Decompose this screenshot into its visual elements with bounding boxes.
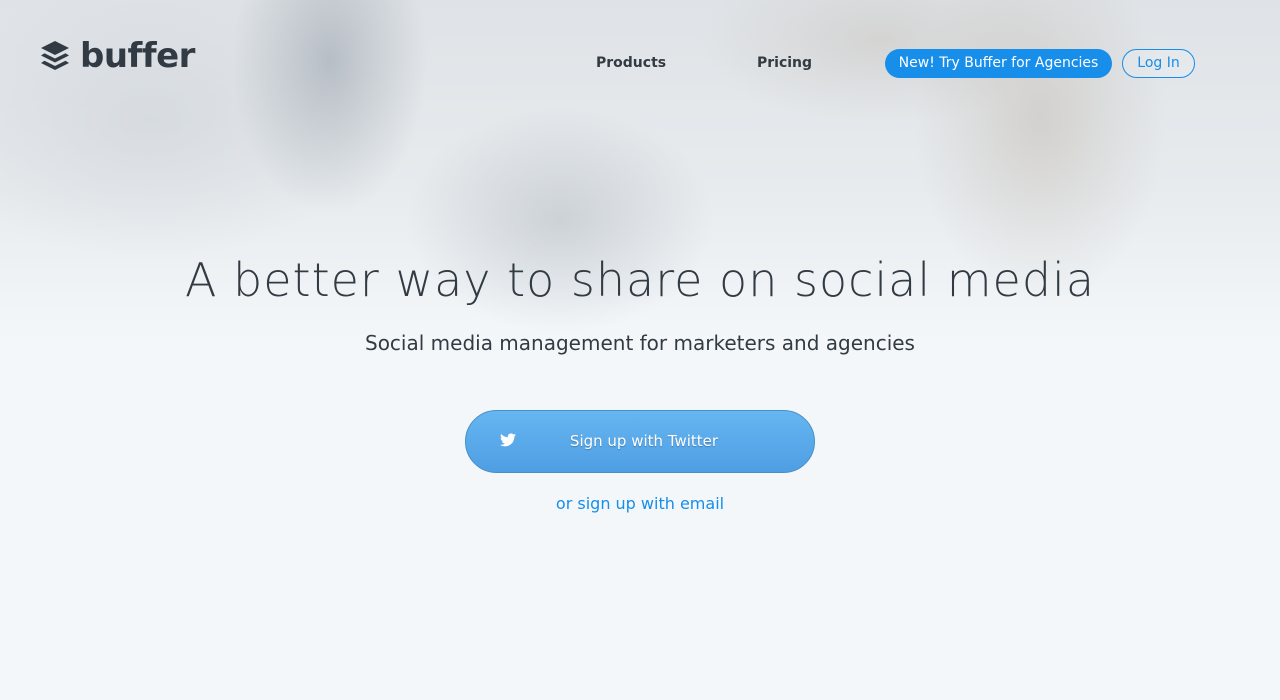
nav-products-link[interactable]: Products <box>596 54 666 72</box>
page-headline: A better way to share on social media <box>184 253 1096 307</box>
email-signup-link[interactable]: or sign up with email <box>0 494 1280 514</box>
login-button[interactable]: Log In <box>1122 49 1195 78</box>
top-nav: buffer Products Pricing New! Try Buffer … <box>0 0 1280 110</box>
logo-wordmark: buffer <box>80 36 195 76</box>
twitter-signup-button[interactable]: Sign up with Twitter <box>465 410 815 473</box>
try-agencies-button[interactable]: New! Try Buffer for Agencies <box>885 49 1112 78</box>
twitter-signup-label: Sign up with Twitter <box>569 432 719 450</box>
page-subheadline: Social media management for marketers an… <box>365 331 915 355</box>
buffer-logo[interactable]: buffer <box>40 38 195 74</box>
buffer-layers-icon <box>40 40 70 72</box>
nav-pricing-link[interactable]: Pricing <box>757 54 812 72</box>
